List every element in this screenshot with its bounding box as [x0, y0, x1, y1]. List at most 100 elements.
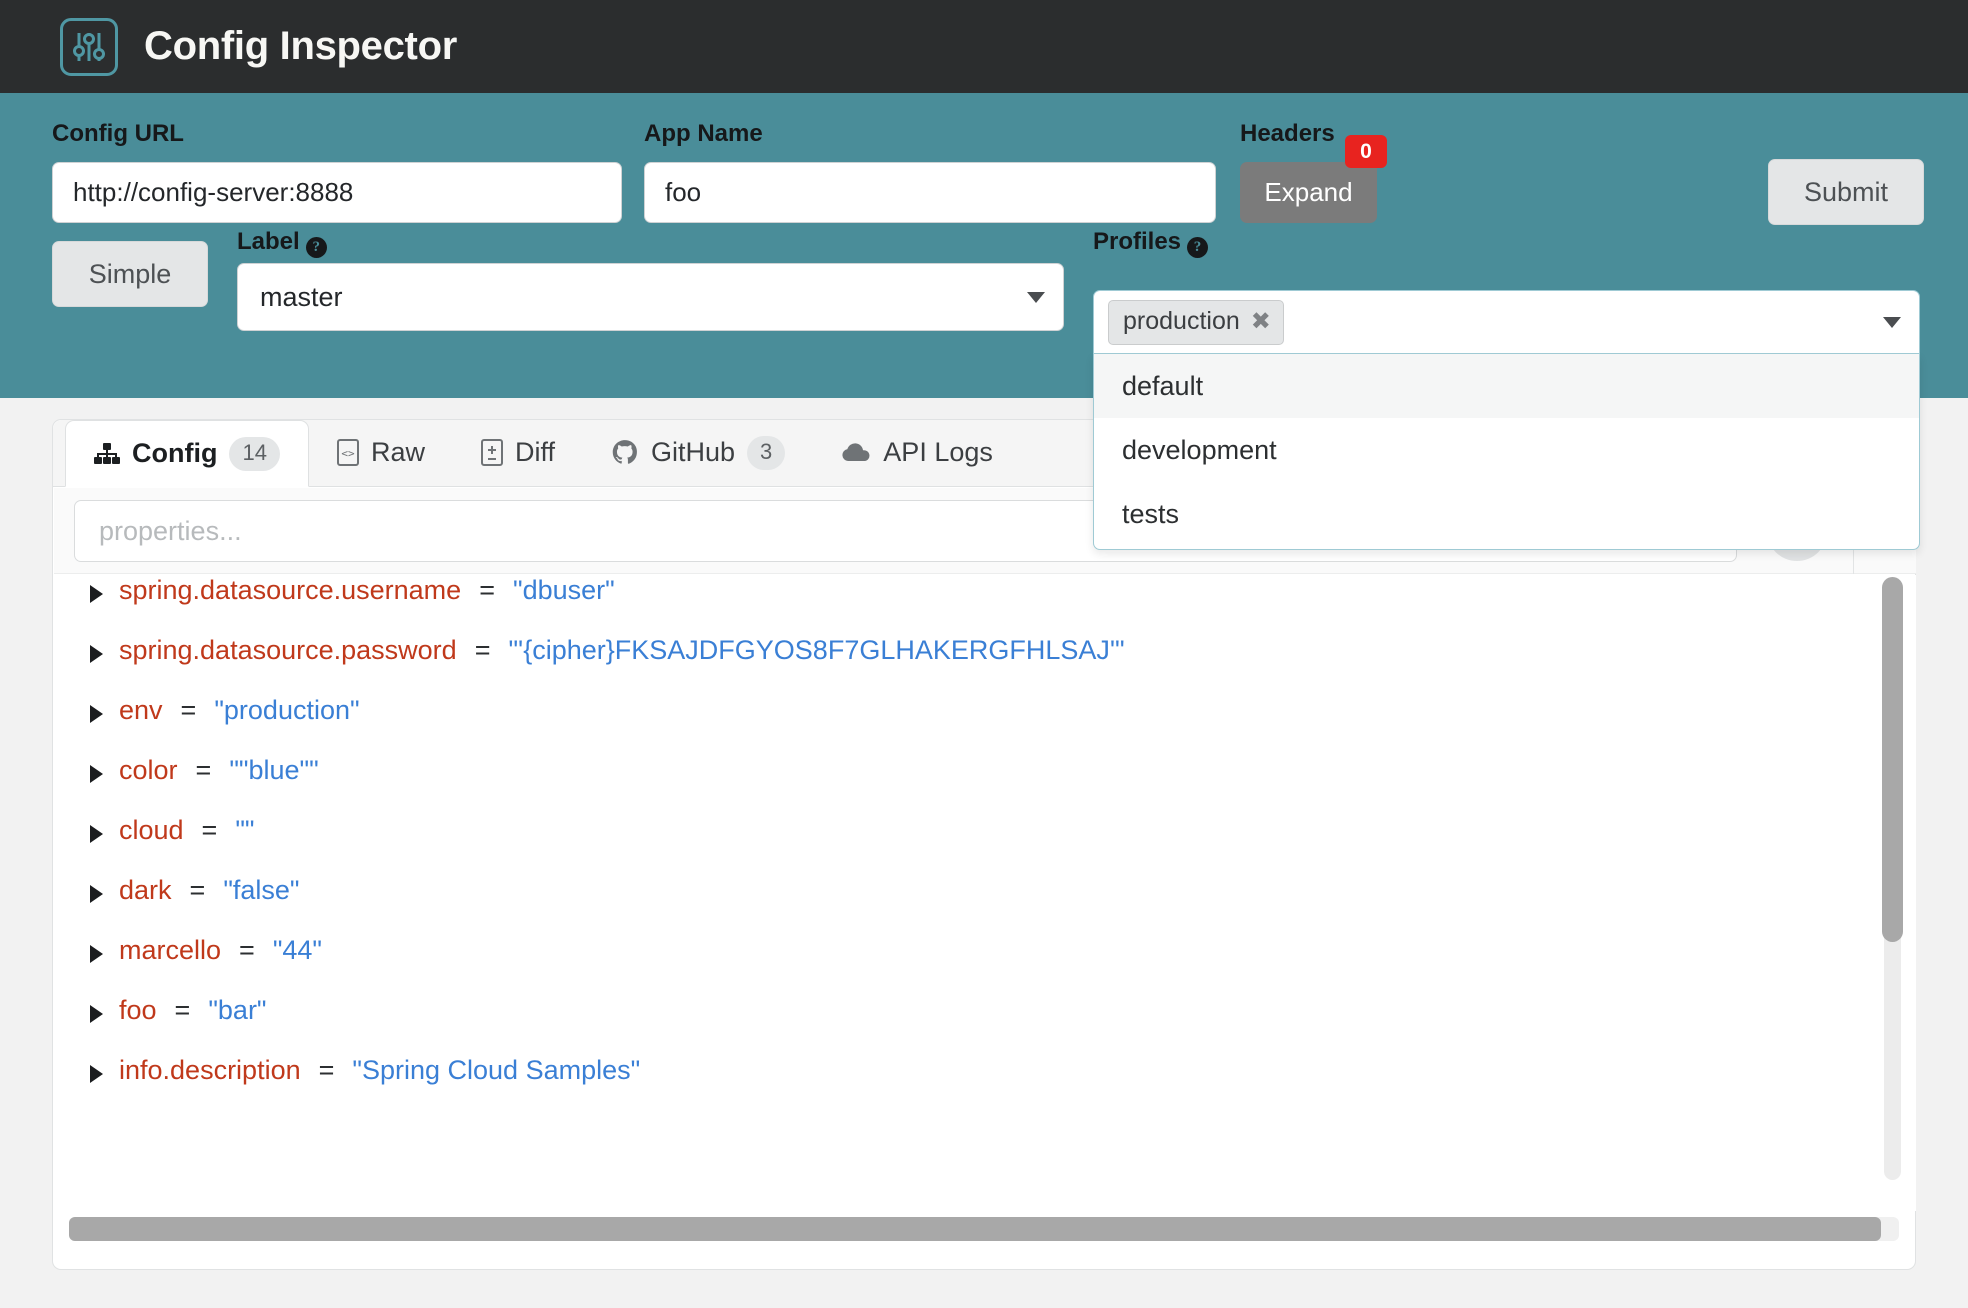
property-equals: =: [318, 1055, 335, 1085]
property-value: "production": [214, 695, 360, 725]
property-key: foo: [119, 995, 157, 1025]
cloud-icon: [841, 442, 871, 463]
file-diff-icon: [480, 439, 503, 466]
profiles-multiselect[interactable]: production ✖: [1093, 290, 1920, 354]
property-equals: =: [195, 755, 212, 785]
property-value: "'{cipher}FKSAJDFGYOS8F7GLHAKERGFHLSAJ'": [508, 635, 1125, 665]
property-key: cloud: [119, 815, 184, 845]
tab-label: Config: [132, 438, 218, 468]
code-file-icon: <>: [336, 439, 359, 466]
app-header: Config Inspector: [0, 0, 1968, 93]
chevron-down-icon[interactable]: [1883, 316, 1901, 328]
property-list: spring.datasource.username = "dbuser" sp…: [54, 575, 1916, 1211]
config-url-label: Config URL: [52, 120, 184, 147]
property-row[interactable]: marcello = "44": [54, 935, 1916, 995]
tab-github[interactable]: GitHub 3: [583, 419, 813, 486]
property-equals: =: [180, 695, 197, 725]
horizontal-scrollbar-thumb[interactable]: [69, 1217, 1881, 1241]
property-equals: =: [474, 635, 491, 665]
property-key: dark: [119, 875, 172, 905]
property-row[interactable]: info.description = "Spring Cloud Samples…: [54, 1055, 1916, 1115]
mode-toggle-button[interactable]: Simple: [52, 241, 208, 307]
property-key: marcello: [119, 935, 222, 965]
tab-label: GitHub: [651, 437, 736, 467]
expand-triangle-icon[interactable]: [90, 585, 103, 603]
property-value: ""blue"": [229, 755, 319, 785]
property-equals: =: [189, 875, 206, 905]
headers-label: Headers: [1240, 120, 1335, 147]
profile-chip-production[interactable]: production ✖: [1108, 299, 1284, 345]
headers-count-badge: 0: [1345, 135, 1387, 168]
property-row[interactable]: dark = "false": [54, 875, 1916, 935]
label-select[interactable]: master: [237, 263, 1064, 331]
vertical-scrollbar-thumb[interactable]: [1882, 577, 1903, 942]
submit-button[interactable]: Submit: [1768, 159, 1924, 225]
profiles-option-development[interactable]: development: [1094, 418, 1919, 482]
expand-triangle-icon[interactable]: [90, 765, 103, 783]
profiles-option-tests[interactable]: tests: [1094, 482, 1919, 546]
property-key: info.description: [119, 1055, 301, 1085]
svg-text:<>: <>: [341, 447, 355, 460]
tab-label: Diff: [514, 437, 555, 467]
profiles-field-text: Profiles: [1093, 228, 1182, 255]
github-icon: [611, 439, 639, 467]
question-circle-icon[interactable]: ?: [1187, 237, 1209, 258]
page-title: Config Inspector: [144, 24, 457, 68]
property-value: "dbuser": [512, 575, 615, 605]
property-equals: =: [201, 815, 218, 845]
property-row[interactable]: env = "production": [54, 695, 1916, 755]
expand-triangle-icon[interactable]: [90, 1065, 103, 1083]
app-name-input[interactable]: [644, 162, 1216, 223]
property-key: env: [119, 695, 163, 725]
tab-badge: 3: [747, 435, 786, 470]
expand-triangle-icon[interactable]: [90, 1005, 103, 1023]
tab-label: Raw: [370, 437, 425, 467]
tab-label: API Logs: [883, 437, 993, 467]
label-field-text: Label: [237, 228, 300, 255]
config-url-input[interactable]: [52, 162, 622, 223]
sitemap-icon: [94, 442, 120, 466]
profiles-dropdown[interactable]: default development tests: [1093, 354, 1920, 550]
tab-badge: 14: [229, 436, 280, 471]
property-value: "44": [272, 935, 323, 965]
profiles-option-label: tests: [1122, 498, 1180, 529]
property-row[interactable]: spring.datasource.password = "'{cipher}F…: [54, 635, 1916, 695]
property-value: "false": [223, 875, 300, 905]
expand-triangle-icon[interactable]: [90, 705, 103, 723]
tab-config[interactable]: Config 14: [65, 420, 309, 487]
expand-triangle-icon[interactable]: [90, 945, 103, 963]
sliders-icon: [60, 17, 118, 76]
question-circle-icon[interactable]: ?: [305, 237, 327, 258]
expand-triangle-icon[interactable]: [90, 645, 103, 663]
close-icon[interactable]: ✖: [1251, 307, 1271, 336]
profiles-field-label: Profiles?: [1093, 228, 1209, 258]
expand-triangle-icon[interactable]: [90, 885, 103, 903]
property-row[interactable]: foo = "bar": [54, 995, 1916, 1055]
property-key: color: [119, 755, 178, 785]
property-key: spring.datasource.password: [119, 635, 457, 665]
property-equals: =: [174, 995, 191, 1025]
property-row[interactable]: color = ""blue"": [54, 755, 1916, 815]
tab-raw[interactable]: <> Raw: [309, 419, 453, 486]
tab-api-logs[interactable]: API Logs: [813, 419, 1021, 486]
profiles-option-label: development: [1122, 434, 1277, 465]
property-row[interactable]: cloud = "": [54, 815, 1916, 875]
property-equals: =: [239, 935, 255, 965]
profiles-option-label: default: [1122, 370, 1204, 401]
property-row[interactable]: spring.datasource.username = "dbuser": [54, 575, 1916, 635]
profile-chip-label: production: [1123, 306, 1240, 335]
chevron-down-icon: [1027, 291, 1045, 303]
property-value: "bar": [208, 995, 267, 1025]
label-field-label: Label?: [237, 228, 327, 258]
property-value: "Spring Cloud Samples": [352, 1055, 641, 1085]
property-key: spring.datasource.username: [119, 575, 462, 605]
headers-expand-button[interactable]: Expand: [1240, 162, 1377, 223]
expand-triangle-icon[interactable]: [90, 825, 103, 843]
app-root: Config Inspector Config URL App Name Hea…: [0, 0, 1968, 1308]
property-equals: =: [479, 575, 495, 605]
property-value: "": [235, 815, 255, 845]
tab-diff[interactable]: Diff: [453, 419, 583, 486]
profiles-option-default[interactable]: default: [1094, 354, 1919, 418]
label-select-value: master: [260, 281, 343, 312]
app-name-label: App Name: [644, 120, 763, 147]
